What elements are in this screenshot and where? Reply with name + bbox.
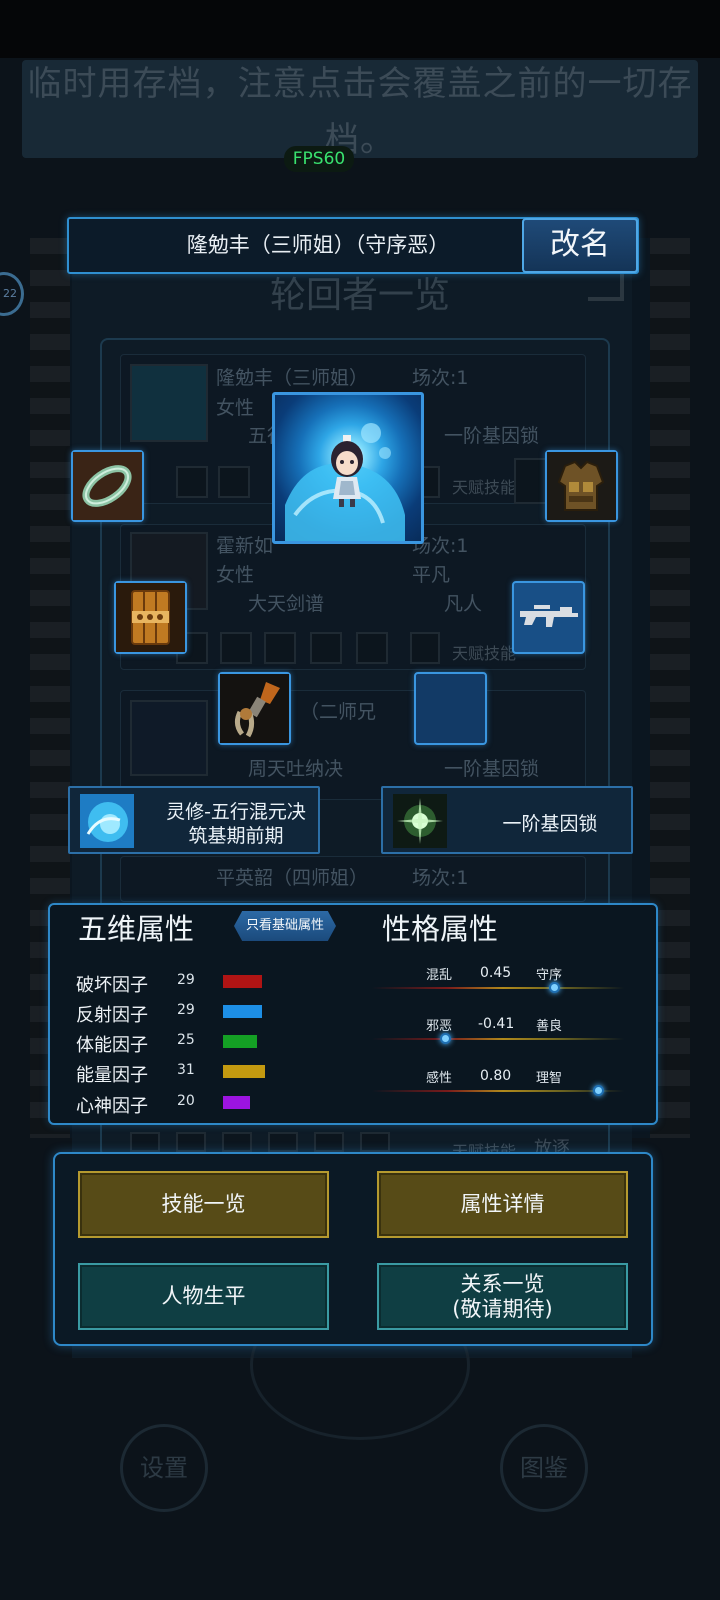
rational-label: 理智: [536, 1071, 563, 1086]
list-item-round: 场次:1: [412, 367, 469, 389]
equip-slot-ring[interactable]: [71, 450, 144, 522]
list-item-slot: [360, 1132, 390, 1152]
factor-stamina-bar: [223, 1035, 257, 1048]
equip-slot-empty[interactable]: [414, 672, 487, 745]
list-item-name: 平英韶（四师姐）: [216, 867, 369, 889]
lawful-label: 守序: [536, 968, 563, 983]
factor-spirit-value: 20: [177, 1093, 195, 1109]
list-item-slot: [268, 1132, 298, 1152]
encyclopedia-button[interactable]: 图鉴: [500, 1424, 588, 1512]
list-item-avatar: [130, 364, 208, 442]
character-name: 隆勉丰（三师姐）（守序恶）: [186, 233, 450, 257]
factor-stamina-value: 25: [177, 1032, 195, 1048]
mechanical-claw-icon: [220, 674, 289, 743]
list-item-slot: [356, 632, 388, 664]
list-item-tag: 天赋技能: [452, 644, 517, 663]
list-item-avatar: [130, 700, 208, 776]
equip-slot-weapon[interactable]: [512, 581, 585, 654]
factor-energy-label: 能量因子: [76, 1065, 148, 1086]
golden-talisman-icon: [116, 583, 185, 652]
evil-good-slider: [372, 1038, 624, 1040]
list-item-slot: [310, 632, 342, 664]
factor-stamina-label: 体能因子: [76, 1035, 148, 1056]
factor-destruction-label: 破坏因子: [76, 975, 148, 996]
factor-energy-value: 31: [177, 1062, 195, 1078]
equip-slot-armor[interactable]: [545, 450, 618, 522]
cultivation-skill-name: 灵修-五行混元决: [166, 801, 306, 823]
skills-list-button[interactable]: 技能一览: [78, 1171, 329, 1238]
assault-rifle-icon: [520, 605, 578, 627]
list-item-slot: [218, 466, 250, 498]
biography-button[interactable]: 人物生平: [78, 1263, 329, 1330]
factor-energy-bar: [223, 1065, 265, 1078]
list-item-gender: 女性: [216, 564, 255, 586]
emotional-rational-value: 0.80: [480, 1068, 512, 1084]
rename-button[interactable]: 改名: [522, 218, 638, 273]
emotional-rational-slider: [372, 1090, 624, 1092]
emotional-label: 感性: [426, 1071, 453, 1086]
evil-good-value: -0.41: [478, 1016, 515, 1032]
equip-slot-talisman[interactable]: [114, 581, 187, 654]
five-dim-title: 五维属性: [78, 912, 195, 946]
factor-reflex-bar: [223, 1005, 262, 1018]
personality-title: 性格属性: [382, 912, 499, 946]
chaos-lawful-value: 0.45: [480, 965, 512, 981]
relations-button[interactable]: 关系一览 (敬请期待): [377, 1263, 628, 1330]
list-item-gene: 凡人: [444, 593, 483, 615]
fps-counter: FPS60: [284, 146, 354, 172]
good-label: 善良: [536, 1019, 563, 1034]
list-item-tag: 天赋技能: [452, 478, 517, 497]
factor-reflex-label: 反射因子: [76, 1005, 148, 1026]
water-swirl-icon: [80, 794, 134, 848]
list-item-gene: 一阶基因锁: [444, 425, 540, 447]
gene-lock-name: 一阶基因锁: [502, 813, 598, 835]
armor-vest-icon: [547, 452, 616, 520]
jade-ring-icon: [73, 452, 142, 520]
chaos-lawful-knob: [549, 982, 560, 993]
factor-destruction-bar: [223, 975, 262, 988]
list-item-name: 霍新如: [216, 535, 274, 557]
evil-label: 邪恶: [426, 1019, 453, 1034]
list-item-slot: [264, 632, 296, 664]
base-attributes-toggle[interactable]: 只看基础属性: [234, 911, 336, 941]
evil-good-knob: [440, 1033, 451, 1044]
list-item-slot: [176, 466, 208, 498]
list-item-slot: [130, 1132, 160, 1152]
list-item-round: 场次:1: [412, 867, 469, 889]
list-item-slot: [222, 1132, 252, 1152]
chaos-label: 混乱: [426, 968, 453, 983]
list-item-slot: [220, 632, 252, 664]
list-item-slot: [410, 632, 440, 664]
factor-reflex-value: 29: [177, 1002, 195, 1018]
list-item-art: 周天吐纳决: [248, 758, 344, 780]
energy-burst-icon: [393, 794, 447, 848]
list-item-gene: 一阶基因锁: [444, 758, 540, 780]
settings-button[interactable]: 设置: [120, 1424, 208, 1512]
list-item-art: 大天剑谱: [248, 593, 325, 615]
factor-spirit-label: 心神因子: [76, 1096, 148, 1117]
list-item-rank: 平凡: [412, 564, 451, 586]
cultivation-skill-stage: 筑基期前期: [188, 825, 284, 847]
character-portrait: [272, 392, 424, 544]
list-item-gender: 女性: [216, 397, 255, 419]
attribute-details-button[interactable]: 属性详情: [377, 1171, 628, 1238]
factor-spirit-bar: [223, 1096, 250, 1109]
status-bar: [0, 0, 720, 58]
list-item-slot: [314, 1132, 344, 1152]
equip-slot-claw[interactable]: [218, 672, 291, 745]
list-item-slot: [176, 1132, 206, 1152]
emotional-rational-knob: [593, 1085, 604, 1096]
factor-destruction-value: 29: [177, 972, 195, 988]
chaos-lawful-slider: [372, 987, 624, 989]
list-item-name: （二师兄: [300, 701, 377, 723]
list-item-name: 隆勉丰（三师姐）: [216, 367, 369, 389]
save-notice-text: 临时用存档，注意点击会覆盖之前的一切存档。: [27, 64, 693, 160]
